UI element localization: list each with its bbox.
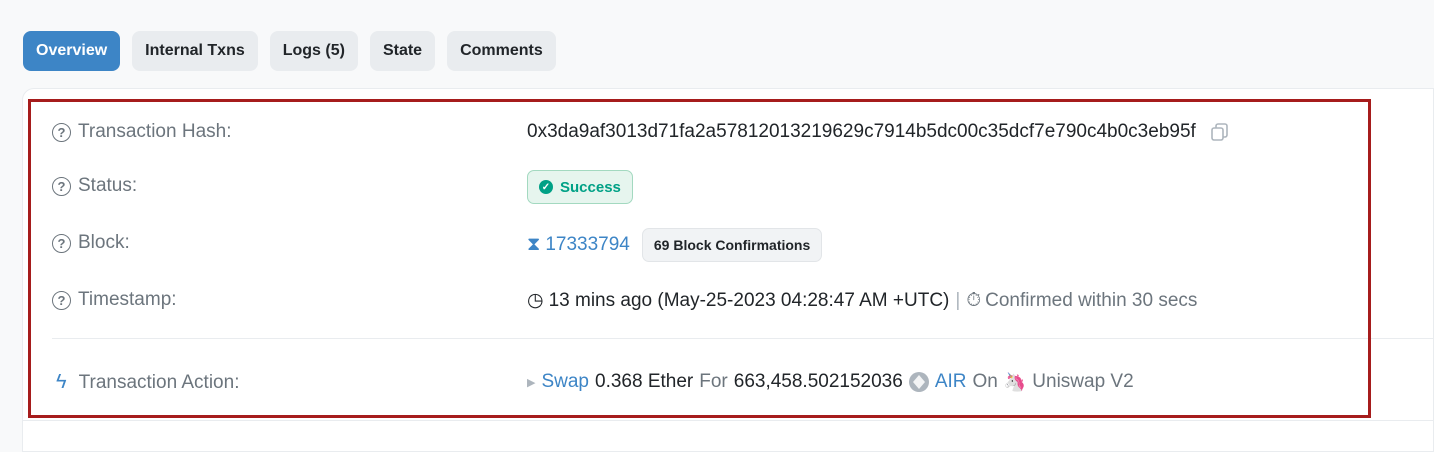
amount-in: 0.368 Ether: [595, 371, 694, 392]
help-icon[interactable]: ?: [52, 233, 71, 253]
hash-label-row: ? Transaction Hash:: [52, 121, 231, 143]
status-badge: ✓ Success: [527, 170, 633, 204]
status-label-row: ? Status:: [52, 175, 137, 197]
help-icon[interactable]: ?: [52, 122, 71, 142]
separator: |: [955, 289, 961, 311]
help-icon[interactable]: ?: [52, 290, 71, 310]
for-word: For: [699, 371, 728, 392]
tab-internal-txns[interactable]: Internal Txns: [132, 31, 258, 71]
transaction-hash: 0x3da9af3013d71fa2a57812013219629c7914b5…: [527, 121, 1196, 142]
confirmed-within: Confirmed within 30 secs: [985, 289, 1198, 311]
lightning-icon: ϟ: [56, 371, 67, 393]
confirmations-badge: 69 Block Confirmations: [641, 228, 823, 262]
section-divider: [52, 338, 1434, 339]
hourglass-icon: ⧗: [527, 234, 541, 255]
token-link[interactable]: AIR: [935, 371, 967, 393]
action-label-row: ϟ Transaction Action:: [52, 371, 239, 394]
hash-value-row: 0x3da9af3013d71fa2a57812013219629c7914b5…: [527, 121, 1230, 143]
copy-icon[interactable]: [1210, 122, 1230, 142]
timestamp-value-row: ◷ 13 mins ago (May-25-2023 04:28:47 AM +…: [527, 289, 1197, 312]
tab-comments[interactable]: Comments: [447, 31, 556, 71]
status-value-row: ✓ Success: [527, 170, 633, 204]
timestamp-value: 13 mins ago (May-25-2023 04:28:47 AM +UT…: [548, 289, 950, 311]
block-label-row: ? Block:: [52, 232, 130, 254]
clock-icon: ◷: [527, 290, 544, 311]
tab-state[interactable]: State: [369, 31, 436, 71]
status-text: Success: [560, 178, 621, 196]
timestamp-label: Timestamp:: [78, 289, 177, 310]
timestamp-label-row: ? Timestamp:: [52, 289, 177, 311]
status-label: Status:: [78, 175, 138, 196]
block-number-link[interactable]: 17333794: [545, 234, 630, 256]
help-icon[interactable]: ?: [52, 176, 71, 196]
tab-logs[interactable]: Logs (5): [269, 31, 358, 71]
bottom-divider: [22, 420, 1434, 421]
tab-overview[interactable]: Overview: [23, 31, 121, 71]
block-label: Block:: [78, 232, 130, 253]
hash-label: Transaction Hash:: [78, 121, 232, 142]
amount-out: 663,458.502152036: [733, 371, 903, 392]
action-label: Transaction Action:: [78, 371, 240, 393]
check-circle-icon: ✓: [539, 180, 553, 194]
swap-link[interactable]: Swap: [541, 371, 589, 393]
block-value-row: ⧗ 17333794 69 Block Confirmations: [527, 228, 823, 262]
uniswap-unicorn-icon: 🦄: [1003, 371, 1027, 392]
action-value-row: ▶ Swap 0.368 Ether For 663,458.502152036…: [527, 371, 1134, 393]
tab-bar: Overview Internal Txns Logs (5) State Co…: [23, 31, 556, 71]
stopwatch-icon: ⏱: [966, 289, 982, 311]
air-token-icon: [908, 372, 929, 392]
on-word: On: [972, 371, 998, 392]
caret-right-icon: ▶: [527, 376, 536, 389]
dex-name: Uniswap V2: [1032, 371, 1134, 392]
